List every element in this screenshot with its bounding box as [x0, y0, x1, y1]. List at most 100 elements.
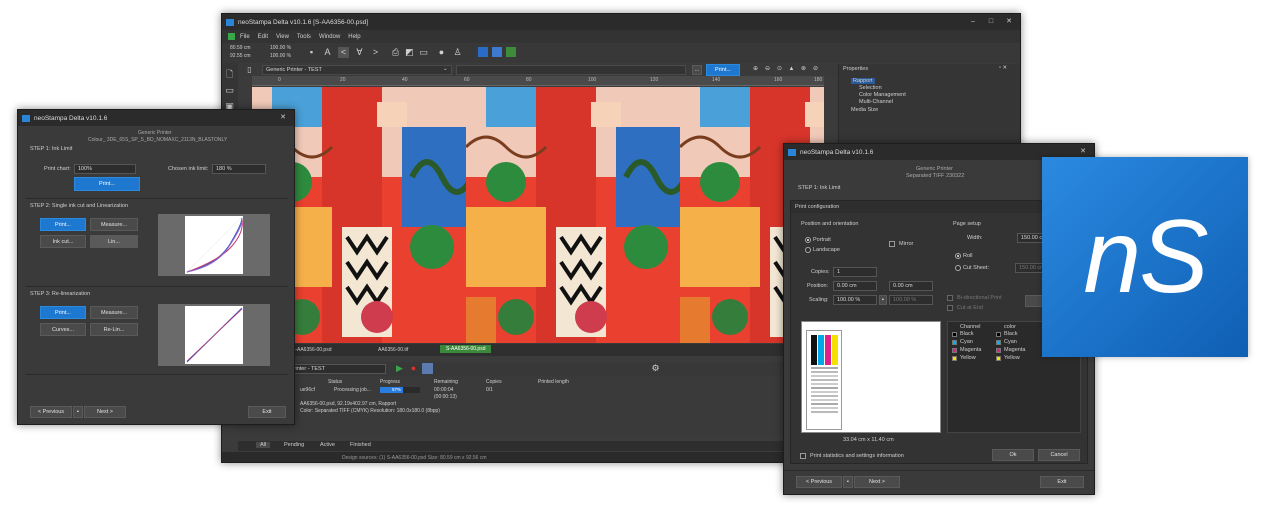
- align-down-icon[interactable]: ∀: [354, 47, 365, 58]
- printer-select[interactable]: Generic Printer - TEST: [262, 65, 452, 75]
- cancel-button[interactable]: Cancel: [1038, 449, 1080, 461]
- doc-tab[interactable]: S-AA6356-00.psd: [292, 347, 331, 353]
- next-button[interactable]: Next >: [84, 406, 126, 418]
- tab-all[interactable]: All: [256, 442, 271, 448]
- tab-active[interactable]: Active: [320, 442, 335, 448]
- scaling-label: Scaling:: [809, 297, 829, 303]
- ruler-tick: 80: [526, 77, 532, 83]
- menu-tools[interactable]: Tools: [297, 34, 311, 40]
- portrait-radio[interactable]: [805, 237, 811, 243]
- zoom-fit-icon[interactable]: ⊙: [774, 64, 785, 75]
- properties-close-icon[interactable]: ▫ ✕: [999, 65, 1007, 71]
- tree-item-multi-channel[interactable]: Multi-Channel: [859, 99, 893, 105]
- crop-icon[interactable]: ◩: [404, 47, 415, 58]
- blue-tool-icon-1[interactable]: [478, 47, 488, 57]
- printer-select-chevron-icon[interactable]: ⌄: [443, 66, 448, 72]
- job-remaining-2: (00:00:13): [434, 394, 457, 400]
- color-swatch: [996, 332, 1001, 337]
- cut-sheet-radio[interactable]: [955, 265, 961, 271]
- bidirectional-checkbox[interactable]: [947, 295, 953, 301]
- zoom-sel-icon[interactable]: ⊗: [798, 64, 809, 75]
- align-right-icon[interactable]: >: [370, 47, 381, 58]
- stats-checkbox[interactable]: [800, 453, 806, 459]
- step2-inkcut-button[interactable]: Ink cut...: [40, 235, 86, 248]
- settings-icon[interactable]: ⚙: [650, 363, 661, 374]
- align-up-icon[interactable]: A: [322, 47, 333, 58]
- tree-item-color-management[interactable]: Color Management: [859, 92, 906, 98]
- step2-print-button[interactable]: Print...: [40, 218, 86, 231]
- step2-lin-button[interactable]: Lin...: [90, 235, 138, 248]
- step3-relin-button[interactable]: Re-Lin...: [90, 323, 138, 336]
- settings-select[interactable]: [456, 65, 686, 75]
- menu-file[interactable]: File: [240, 34, 250, 40]
- scaling-field[interactable]: 100.00 %: [833, 295, 877, 305]
- design-pattern: [252, 87, 824, 343]
- doc-tab-active[interactable]: S-AA6356-00.psd: [440, 345, 492, 353]
- doc-tab[interactable]: AA6356-00.tif: [378, 347, 408, 353]
- chosen-ink-field[interactable]: 180 %: [212, 164, 266, 174]
- close-icon[interactable]: ✕: [1078, 147, 1088, 157]
- minimize-icon[interactable]: –: [968, 17, 978, 27]
- drop-icon[interactable]: ●: [436, 47, 447, 58]
- step2-measure-button[interactable]: Measure...: [90, 218, 138, 231]
- close-icon[interactable]: ✕: [278, 113, 288, 123]
- stop-icon[interactable]: ▪: [306, 47, 317, 58]
- close-icon[interactable]: ✕: [1004, 17, 1014, 27]
- step3-print-button[interactable]: Print...: [40, 306, 86, 319]
- queue-printer-select[interactable]: Printer - TEST: [286, 364, 386, 374]
- step3-measure-button[interactable]: Measure...: [90, 306, 138, 319]
- position-y-field[interactable]: 0.00 cm: [889, 281, 933, 291]
- step3-curves-button[interactable]: Curves...: [40, 323, 86, 336]
- menu-help[interactable]: Help: [348, 34, 360, 40]
- zoom-page-icon[interactable]: ⊘: [810, 64, 821, 75]
- new-doc-icon[interactable]: 🗋: [224, 69, 235, 80]
- nav-stop-button[interactable]: ▪: [843, 476, 853, 488]
- page-icon[interactable]: ▯: [244, 64, 255, 75]
- step1-print-button[interactable]: Print...: [74, 177, 140, 191]
- lock-aspect-button[interactable]: ▪: [879, 295, 887, 305]
- folder-icon[interactable]: ▭: [418, 47, 429, 58]
- tree-item-media-size[interactable]: Media Size: [851, 107, 878, 113]
- tree-item-rapport[interactable]: Rapport: [851, 78, 875, 84]
- play-icon[interactable]: ▶: [394, 363, 405, 374]
- zoom-in-icon[interactable]: ⊕: [750, 64, 761, 75]
- copies-field[interactable]: 1: [833, 267, 877, 277]
- arrow-up-icon[interactable]: ▲: [786, 64, 797, 75]
- previous-button[interactable]: < Previous: [30, 406, 72, 418]
- align-left-icon[interactable]: <: [338, 47, 349, 58]
- exit-button[interactable]: Exit: [248, 406, 286, 418]
- printer-icon[interactable]: ⎙: [390, 47, 401, 58]
- exit-button[interactable]: Exit: [1040, 476, 1084, 488]
- roll-radio[interactable]: [955, 253, 961, 259]
- tab-pending[interactable]: Pending: [284, 442, 304, 448]
- cut-at-end-checkbox[interactable]: [947, 305, 953, 311]
- pause-icon[interactable]: [422, 363, 433, 374]
- nav-stop-button[interactable]: ▪: [73, 406, 83, 418]
- profile-name: Separated TIFF 230322: [906, 173, 965, 179]
- menu-window[interactable]: Window: [319, 34, 340, 40]
- open-icon[interactable]: ▭: [224, 85, 235, 96]
- tree-item-selection[interactable]: Selection: [859, 85, 882, 91]
- main-print-button[interactable]: Print...: [706, 64, 740, 76]
- job-name[interactable]: ue96cf: [300, 387, 315, 393]
- menu-edit[interactable]: Edit: [258, 34, 268, 40]
- landscape-radio[interactable]: [805, 247, 811, 253]
- more-button[interactable]: …: [692, 65, 702, 75]
- stamp-icon[interactable]: ♙: [452, 47, 463, 58]
- tab-finished[interactable]: Finished: [350, 442, 371, 448]
- relinearization-graph: [158, 304, 270, 366]
- previous-button[interactable]: < Previous: [796, 476, 842, 488]
- scaling-field-2[interactable]: 100.00 %: [889, 295, 933, 305]
- next-button[interactable]: Next >: [854, 476, 900, 488]
- print-chart-select[interactable]: 100%: [74, 164, 136, 174]
- zoom-out-icon[interactable]: ⊖: [762, 64, 773, 75]
- green-tool-icon[interactable]: [506, 47, 516, 57]
- ok-button[interactable]: Ok: [992, 449, 1034, 461]
- mirror-checkbox[interactable]: [889, 241, 895, 247]
- record-icon[interactable]: ●: [408, 363, 419, 374]
- menu-view[interactable]: View: [276, 34, 289, 40]
- design-canvas[interactable]: [252, 87, 824, 343]
- position-x-field[interactable]: 0.00 cm: [833, 281, 877, 291]
- blue-tool-icon-2[interactable]: [492, 47, 502, 57]
- maximize-icon[interactable]: □: [986, 17, 996, 27]
